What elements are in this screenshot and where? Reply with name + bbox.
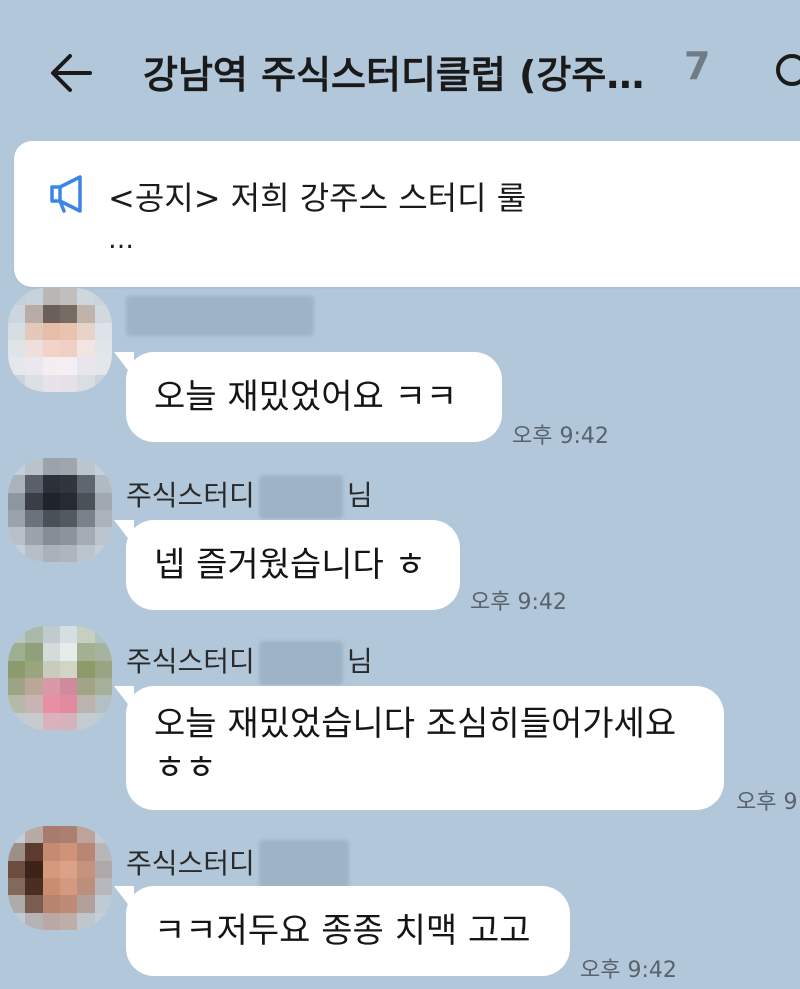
message-bubble[interactable]: 오늘 재밌었습니다 조심히들어가세요 ㅎㅎ — [114, 686, 724, 810]
message-time: 오후 9:42 — [512, 424, 609, 449]
arrow-left-icon — [51, 54, 92, 92]
notice-banner[interactable]: <공지> 저희 강주스 스터디 룰 … — [14, 141, 800, 287]
redacted-name — [258, 840, 349, 890]
sender-name: 주식스터디 님 — [126, 474, 373, 519]
sender-name: 주식스터디 님 — [126, 640, 373, 685]
back-button[interactable] — [46, 48, 96, 98]
message-bubble[interactable]: ㅋㅋ저두요 종종 치맥 고고 — [114, 886, 570, 976]
message-time: 오후 9 — [736, 790, 798, 815]
chat-room-title[interactable]: 강남역 주식스터디클럽 (강주… — [143, 44, 644, 99]
notice-more[interactable]: … — [108, 225, 134, 255]
megaphone-icon — [50, 175, 82, 213]
sender-name-text: 주식스터디 — [126, 847, 255, 880]
sender-name: 주식스터디 — [126, 840, 353, 890]
message-text: ㅋㅋ저두요 종종 치맥 고고 — [154, 910, 531, 951]
sender-name-text: 주식스터디 — [126, 645, 255, 678]
chat-header: 강남역 주식스터디클럽 (강주… 7 — [0, 0, 800, 140]
message-text: 오늘 재밌었어요 ㅋㅋ — [154, 376, 458, 417]
avatar[interactable] — [8, 626, 112, 730]
avatar[interactable] — [8, 458, 112, 562]
sender-honorific: 님 — [346, 479, 373, 512]
avatar[interactable] — [8, 826, 112, 930]
redacted-name — [258, 641, 343, 685]
redacted-name — [258, 475, 343, 519]
sender-name — [126, 296, 314, 336]
sender-honorific: 님 — [346, 645, 373, 678]
search-button[interactable] — [770, 48, 800, 98]
message-time: 오후 9:42 — [580, 958, 677, 983]
redacted-name — [126, 296, 314, 336]
message-bubble[interactable]: 넵 즐거웠습니다 ㅎ — [114, 520, 460, 610]
notice-text: <공지> 저희 강주스 스터디 룰 — [108, 179, 527, 217]
member-count: 7 — [684, 44, 711, 88]
avatar[interactable] — [8, 288, 112, 392]
sender-name-text: 주식스터디 — [126, 479, 255, 512]
search-icon — [776, 54, 800, 86]
message-bubble[interactable]: 오늘 재밌었어요 ㅋㅋ — [114, 352, 502, 442]
message-text: 넵 즐거웠습니다 ㅎ — [154, 544, 426, 585]
message-time: 오후 9:42 — [470, 590, 567, 615]
message-text: 오늘 재밌었습니다 조심히들어가세요 ㅎㅎ — [154, 704, 677, 789]
